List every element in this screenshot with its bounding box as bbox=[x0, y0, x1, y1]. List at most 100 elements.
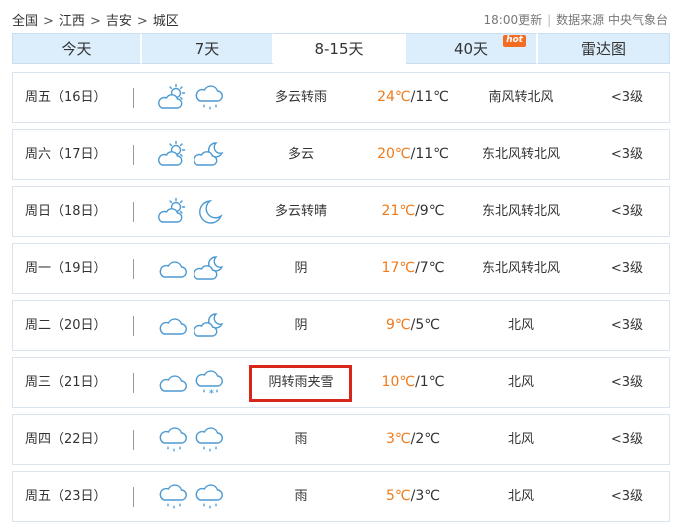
weather-condition: 雨 bbox=[294, 489, 308, 504]
temperature: 9℃/5℃ bbox=[358, 301, 468, 350]
day-label: 周五（23日） bbox=[25, 489, 107, 504]
forecast-row: 周五（23日） 雨 5℃/3℃ 北风 <3级 bbox=[12, 471, 670, 522]
tab-label: 雷达图 bbox=[580, 40, 626, 58]
rain-icon bbox=[194, 83, 224, 113]
high-temp: 10℃ bbox=[381, 374, 416, 390]
divider bbox=[133, 487, 134, 507]
high-temp: 21℃ bbox=[381, 203, 416, 219]
partly-cloudy-night-icon bbox=[193, 140, 224, 170]
wind-direction: 南风转北风 bbox=[488, 90, 554, 105]
sleet-icon: * bbox=[194, 368, 224, 399]
overcast-icon bbox=[158, 254, 188, 284]
overcast-icon bbox=[158, 368, 188, 398]
high-temp: 17℃ bbox=[381, 260, 416, 276]
weather-condition: 阴 bbox=[294, 261, 308, 276]
tab-8-15-days[interactable]: 8-15天 bbox=[274, 33, 406, 64]
breadcrumb: 全国 > 江西 > 吉安 > 城区 bbox=[12, 10, 179, 29]
weather-condition: 多云转雨 bbox=[274, 90, 327, 105]
partly-cloudy-day-icon bbox=[158, 83, 188, 113]
temperature: 21℃/9℃ bbox=[358, 187, 468, 236]
tab-7-days[interactable]: 7天 bbox=[142, 33, 274, 64]
rain-icon bbox=[158, 482, 188, 512]
wind-level: <3级 bbox=[610, 261, 643, 276]
breadcrumb-separator: > bbox=[89, 14, 101, 29]
temperature: 20℃/11℃ bbox=[358, 130, 468, 179]
forecast-row: 周五（16日） 多云转雨 24℃/11℃ 南风转北风 <3级 bbox=[12, 72, 670, 123]
data-source: 数据来源 中央气象台 bbox=[556, 13, 668, 27]
temperature: 10℃/1℃ bbox=[358, 358, 468, 407]
hot-badge: hot bbox=[503, 35, 526, 47]
wind-direction: 东北风转北风 bbox=[481, 261, 560, 276]
wind-direction: 东北风转北风 bbox=[481, 204, 560, 219]
partly-cloudy-day-icon bbox=[158, 197, 188, 227]
low-temp: /2℃ bbox=[410, 431, 440, 447]
weather-condition: 多云 bbox=[287, 147, 314, 162]
breadcrumb-item-city[interactable]: 吉安 bbox=[106, 14, 132, 29]
breadcrumb-item-province[interactable]: 江西 bbox=[59, 14, 85, 29]
breadcrumb-item-district: 城区 bbox=[152, 14, 179, 29]
high-temp: 5℃ bbox=[386, 488, 411, 504]
forecast-row: 周四（22日） 雨 3℃/2℃ 北风 <3级 bbox=[12, 414, 670, 465]
tab-label: 今天 bbox=[61, 40, 92, 58]
forecast-tabs: 今天 7天 8-15天 40天 hot 雷达图 bbox=[12, 33, 670, 64]
wind-level: <3级 bbox=[610, 432, 643, 447]
high-temp: 20℃ bbox=[377, 146, 411, 162]
temperature: 5℃/3℃ bbox=[358, 472, 468, 521]
day-label: 周三（21日） bbox=[25, 375, 107, 390]
temperature: 24℃/11℃ bbox=[358, 73, 468, 122]
weather-condition: 雨 bbox=[294, 432, 308, 447]
partly-cloudy-day-icon bbox=[158, 140, 188, 170]
update-info: 18:00更新 | 数据来源 中央气象台 bbox=[484, 11, 668, 28]
tab-label: 7天 bbox=[194, 40, 220, 58]
divider bbox=[133, 145, 134, 165]
divider bbox=[133, 259, 134, 279]
day-label: 周二（20日） bbox=[25, 318, 107, 333]
wind-direction: 北风 bbox=[507, 489, 534, 504]
wind-direction: 北风 bbox=[507, 432, 534, 447]
wind-level: <3级 bbox=[610, 489, 643, 504]
rain-icon bbox=[194, 482, 224, 512]
divider bbox=[133, 202, 134, 222]
wind-level: <3级 bbox=[610, 318, 643, 333]
high-temp: 9℃ bbox=[386, 317, 411, 333]
temperature: 3℃/2℃ bbox=[358, 415, 468, 464]
high-temp: 3℃ bbox=[386, 431, 411, 447]
wind-level: <3级 bbox=[610, 375, 643, 390]
day-label: 周日（18日） bbox=[25, 204, 107, 219]
forecast-row: 周六（17日） 多云 20℃/11℃ 东北风转北风 <3级 bbox=[12, 129, 670, 180]
wind-level: <3级 bbox=[610, 90, 643, 105]
divider: | bbox=[547, 13, 552, 27]
weather-condition: 阴转雨夹雪 bbox=[268, 375, 334, 390]
wind-level: <3级 bbox=[610, 147, 643, 162]
forecast-row: 周三（21日） * 阴转雨夹雪 10℃/1℃ 北风 <3级 bbox=[12, 357, 670, 408]
wind-level: <3级 bbox=[610, 204, 643, 219]
tab-label: 8-15天 bbox=[314, 40, 364, 58]
low-temp: /3℃ bbox=[410, 488, 440, 504]
low-temp: /7℃ bbox=[415, 260, 445, 276]
low-temp: /11℃ bbox=[410, 89, 449, 105]
low-temp: /1℃ bbox=[415, 374, 445, 390]
rain-icon bbox=[194, 425, 224, 455]
divider bbox=[133, 316, 134, 336]
forecast-row: 周日（18日） 多云转晴 21℃/9℃ 东北风转北风 <3级 bbox=[12, 186, 670, 237]
weather-condition: 多云转晴 bbox=[274, 204, 327, 219]
low-temp: /9℃ bbox=[415, 203, 445, 219]
wind-direction: 东北风转北风 bbox=[481, 147, 560, 162]
partly-cloudy-night-icon bbox=[193, 254, 224, 284]
tab-40-days[interactable]: 40天 hot bbox=[406, 33, 538, 64]
high-temp: 24℃ bbox=[377, 89, 411, 105]
svg-text:*: * bbox=[209, 389, 214, 398]
divider bbox=[133, 373, 134, 393]
day-label: 周四（22日） bbox=[25, 432, 107, 447]
low-temp: /5℃ bbox=[410, 317, 440, 333]
temperature: 17℃/7℃ bbox=[358, 244, 468, 293]
day-label: 周一（19日） bbox=[25, 261, 107, 276]
wind-direction: 北风 bbox=[507, 375, 534, 390]
tab-radar[interactable]: 雷达图 bbox=[538, 33, 670, 64]
breadcrumb-item-country[interactable]: 全国 bbox=[12, 14, 38, 29]
weather-condition: 阴 bbox=[294, 318, 308, 333]
wind-direction: 北风 bbox=[507, 318, 534, 333]
breadcrumb-separator: > bbox=[136, 14, 148, 29]
clear-night-icon bbox=[194, 197, 224, 227]
tab-today[interactable]: 今天 bbox=[12, 33, 142, 64]
